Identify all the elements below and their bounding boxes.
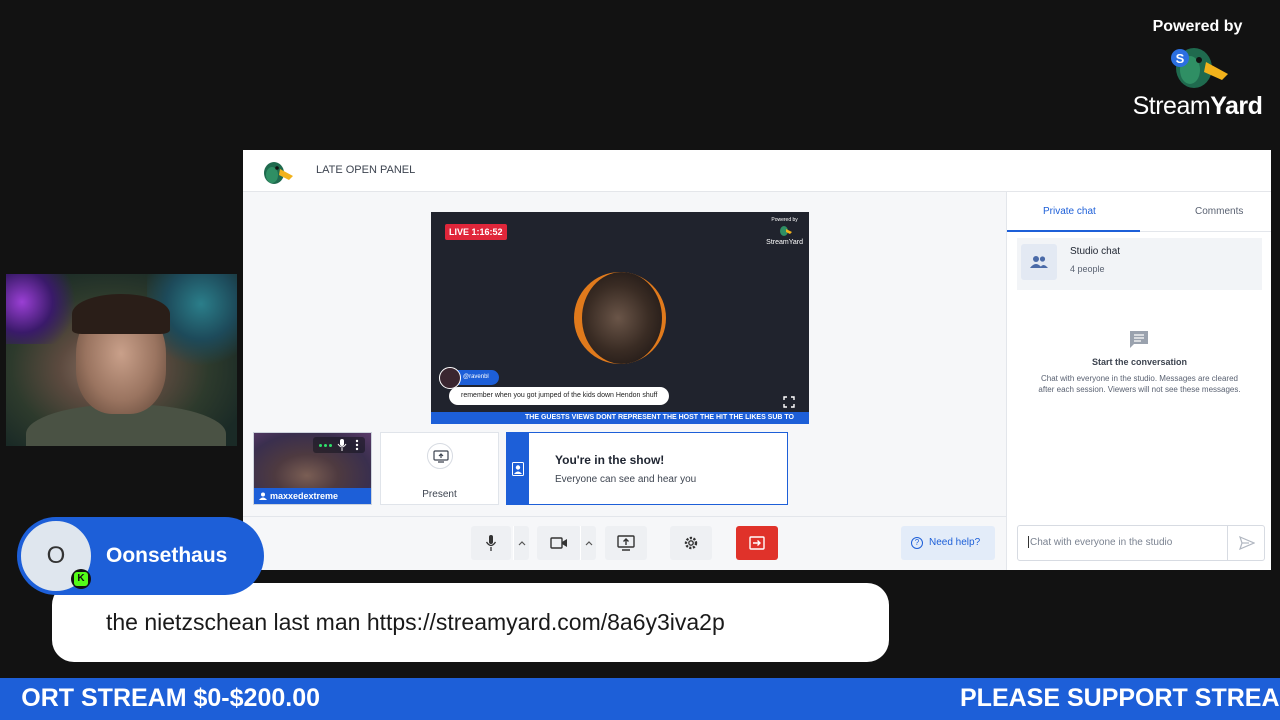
preview-comment-avatar xyxy=(439,367,461,389)
chat-empty-title: Start the conversation xyxy=(1091,357,1188,367)
mic-button[interactable] xyxy=(471,526,511,560)
in-show-stripe xyxy=(507,433,529,504)
tab-comments[interactable]: Comments xyxy=(1195,206,1243,217)
fullscreen-icon[interactable] xyxy=(783,396,795,408)
guest-name: maxxedextreme xyxy=(270,491,339,501)
kick-platform-icon: K xyxy=(71,569,91,589)
in-show-subtitle: Everyone can see and hear you xyxy=(555,474,697,485)
camera-button[interactable] xyxy=(537,526,581,560)
guest-video-circle xyxy=(574,272,666,364)
more-vertical-icon[interactable] xyxy=(355,439,359,451)
send-icon xyxy=(1239,536,1255,550)
chat-input-placeholder: Chat with everyone in the studio xyxy=(1030,537,1173,548)
live-badge: LIVE 1:16:52 xyxy=(445,224,507,240)
in-show-title: You're in the show! xyxy=(555,453,665,467)
support-banner: ORT STREAM $0-$200.00 PLEASE SUPPORT STR… xyxy=(0,678,1280,720)
powered-by-brand: StreamYard xyxy=(1132,92,1263,120)
duck-logo-icon xyxy=(779,226,792,236)
send-button[interactable] xyxy=(1227,525,1265,561)
svg-text:S: S xyxy=(1175,51,1184,66)
in-show-card: You're in the show! Everyone can see and… xyxy=(506,432,788,505)
chevron-up-icon xyxy=(585,541,593,546)
leave-studio-button[interactable] xyxy=(736,526,778,560)
studio-chat-count: 4 people xyxy=(1070,264,1105,274)
studio-chat-row[interactable]: Studio chat 4 people xyxy=(1017,238,1262,290)
stream-canvas: Powered by S StreamYard LATE OPEN PANEL xyxy=(0,0,1280,720)
chat-empty-text: Chat with everyone in the studio. Messag… xyxy=(1038,374,1241,394)
need-help-button[interactable]: ? Need help? xyxy=(901,526,995,560)
present-button[interactable]: Present xyxy=(380,432,499,505)
screen-share-icon xyxy=(433,450,449,463)
studio-window: LATE OPEN PANEL LIVE 1:16:52 Powered by … xyxy=(243,150,1271,570)
people-icon-wrapper xyxy=(1021,244,1057,280)
host-webcam xyxy=(6,274,237,446)
chat-panel: Private chat Comments Studio chat 4 peop… xyxy=(1006,192,1271,570)
guest-tile[interactable]: maxxedextreme xyxy=(253,432,372,505)
present-icon-wrapper xyxy=(427,443,453,469)
chevron-up-icon xyxy=(518,541,526,546)
studio-header: LATE OPEN PANEL xyxy=(243,150,1271,192)
banner-text-right: PLEASE SUPPORT STREAM xyxy=(960,684,1280,712)
mic-options-button[interactable] xyxy=(513,526,529,560)
share-screen-button[interactable] xyxy=(605,526,647,560)
leave-icon xyxy=(749,536,765,550)
screen-share-icon xyxy=(617,535,635,551)
preview-comment-text: remember when you got jumped of the kids… xyxy=(449,387,670,405)
mic-icon xyxy=(485,535,497,551)
preview-comment-user: @ravenbl xyxy=(455,370,499,385)
text-caret xyxy=(1028,536,1029,549)
powered-by-label: Powered by xyxy=(1152,18,1243,35)
people-icon xyxy=(1030,256,1048,268)
tab-private-chat[interactable]: Private chat xyxy=(1043,206,1096,217)
studio-chat-title: Studio chat xyxy=(1070,246,1121,257)
guest-name-bar: maxxedextreme xyxy=(254,488,371,504)
stream-preview: LIVE 1:16:52 Powered by StreamYard @rave… xyxy=(431,212,809,424)
commenter-username: Oonsethaus xyxy=(106,544,228,567)
chat-icon xyxy=(1130,331,1148,348)
need-help-label: Need help? xyxy=(929,537,981,548)
preview-ticker: THE GUESTS VIEWS DONT REPRESENT THE HOST… xyxy=(431,412,809,424)
person-icon xyxy=(512,462,524,476)
duck-logo-icon: S xyxy=(1170,48,1228,88)
banner-text-left: ORT STREAM $0-$200.00 xyxy=(21,684,320,712)
gear-icon xyxy=(684,536,698,550)
featured-commenter: O K Oonsethaus xyxy=(17,517,264,595)
settings-button[interactable] xyxy=(670,526,712,560)
help-icon: ? xyxy=(911,537,923,549)
camera-icon xyxy=(550,537,567,549)
person-icon xyxy=(259,492,267,500)
camera-options-button[interactable] xyxy=(580,526,596,560)
mini-powered-logo: Powered by StreamYard xyxy=(766,217,803,246)
toolbar-divider xyxy=(243,516,1006,517)
present-label: Present xyxy=(422,489,457,500)
duck-logo-icon[interactable] xyxy=(260,158,294,186)
broadcast-title: LATE OPEN PANEL xyxy=(316,164,416,176)
powered-by-logo: Powered by S StreamYard xyxy=(1130,18,1265,121)
mic-icon[interactable] xyxy=(337,439,347,451)
guest-controls xyxy=(313,437,365,453)
active-tab-indicator xyxy=(1007,230,1140,232)
